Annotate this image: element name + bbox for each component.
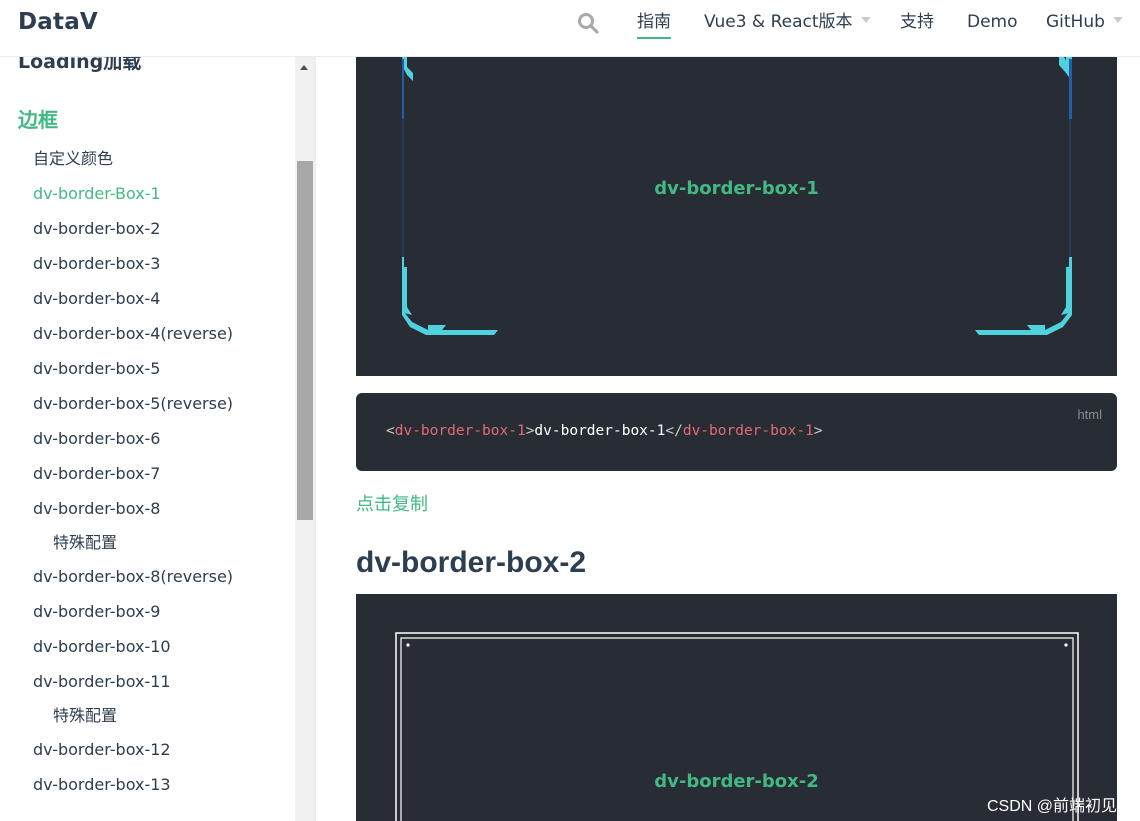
- code-tag-close: dv-border-box-1: [682, 423, 814, 439]
- sidebar-item[interactable]: dv-border-box-3: [0, 246, 296, 281]
- code-tag-open: dv-border-box-1: [394, 423, 526, 439]
- sidebar-item[interactable]: dv-border-box-7: [0, 456, 296, 491]
- nav-vue3-react-label: Vue3 & React版本: [704, 12, 853, 32]
- code-line: <dv-border-box-1>dv-border-box-1</dv-bor…: [386, 423, 823, 439]
- sidebar-item[interactable]: dv-border-box-8(reverse): [0, 559, 296, 594]
- chevron-down-icon: [860, 17, 871, 23]
- sidebar-item[interactable]: dv-border-box-6: [0, 421, 296, 456]
- nav-vue3-react[interactable]: Vue3 & React版本: [704, 11, 871, 39]
- sidebar-subitem[interactable]: 特殊配置: [0, 699, 296, 732]
- sidebar-subitem[interactable]: 特殊配置: [0, 526, 296, 559]
- sidebar-item[interactable]: dv-border-box-4(reverse): [0, 316, 296, 351]
- code-token: </: [665, 423, 683, 439]
- code-content: dv-border-box-1: [534, 423, 666, 439]
- code-token: <: [386, 423, 395, 439]
- sidebar-item[interactable]: dv-border-box-8: [0, 491, 296, 526]
- code-token: >: [813, 423, 823, 439]
- code-block: html <dv-border-box-1>dv-border-box-1</d…: [356, 393, 1117, 471]
- watermark: CSDN @前端初见: [987, 798, 1118, 815]
- sidebar-item[interactable]: dv-border-Box-1: [0, 176, 296, 211]
- sidebar-scrollbar[interactable]: [295, 57, 315, 821]
- copy-code-link[interactable]: 点击复制: [356, 490, 428, 516]
- sidebar-item[interactable]: dv-border-box-4: [0, 281, 296, 316]
- site-logo[interactable]: DataV: [18, 9, 98, 35]
- scroll-up-arrow-icon[interactable]: [300, 65, 308, 70]
- sidebar-item[interactable]: dv-border-box-13: [0, 767, 296, 802]
- nav-support[interactable]: 支持: [900, 11, 934, 39]
- top-navbar: DataV 指南 Vue3 & React版本 支持 Demo GitHub: [0, 0, 1140, 57]
- demo-border-box-1-text: dv-border-box-1: [654, 178, 819, 199]
- sidebar-item[interactable]: dv-border-box-5(reverse): [0, 386, 296, 421]
- sidebar-group-border[interactable]: 边框: [18, 104, 58, 133]
- sidebar-list: 自定义颜色 dv-border-Box-1 dv-border-box-2 dv-bo…: [0, 141, 296, 802]
- nav-github[interactable]: GitHub: [1046, 11, 1123, 39]
- code-language-label: html: [1077, 407, 1102, 422]
- sidebar-item[interactable]: dv-border-box-10: [0, 629, 296, 664]
- sidebar-item[interactable]: dv-border-box-5: [0, 351, 296, 386]
- sidebar-item[interactable]: dv-border-box-2: [0, 211, 296, 246]
- sidebar-item[interactable]: dv-border-box-12: [0, 732, 296, 767]
- nav-demo[interactable]: Demo: [967, 11, 1018, 39]
- border-box-1-frame: [402, 57, 1072, 335]
- demo-border-box-2: dv-border-box-2: [356, 594, 1117, 821]
- nav-github-label: GitHub: [1046, 12, 1105, 32]
- nav-guide[interactable]: 指南: [637, 11, 671, 39]
- demo-border-box-1: dv-border-box-1: [356, 57, 1117, 376]
- search-icon[interactable]: [577, 12, 599, 34]
- chevron-down-icon: [1112, 17, 1123, 23]
- demo-border-box-2-text: dv-border-box-2: [654, 771, 819, 792]
- sidebar: Loading加载 边框 自定义颜色 dv-border-Box-1 dv-bord…: [0, 57, 316, 821]
- sidebar-item[interactable]: dv-border-box-11: [0, 664, 296, 699]
- sidebar-item[interactable]: 自定义颜色: [0, 141, 296, 176]
- scrollbar-thumb[interactable]: [297, 161, 313, 520]
- sidebar-group-loading[interactable]: Loading加载: [18, 57, 141, 74]
- sidebar-item[interactable]: dv-border-box-9: [0, 594, 296, 629]
- section-title-border-box-2: dv-border-box-2: [356, 546, 587, 579]
